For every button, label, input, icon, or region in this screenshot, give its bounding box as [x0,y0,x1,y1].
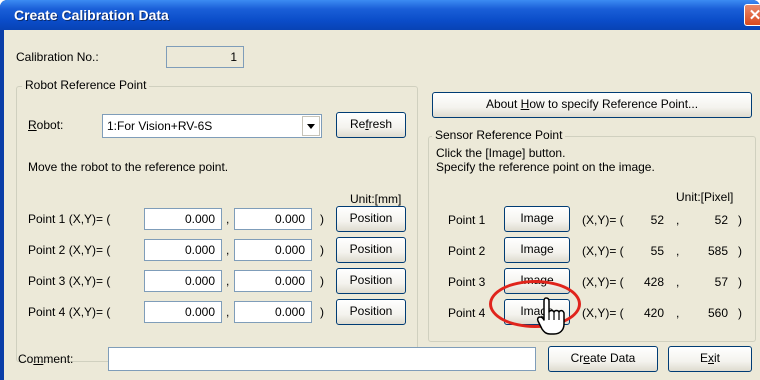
sensor-point-1-y: 52 [714,213,728,227]
sensor-point-2-x: 55 [650,244,664,258]
sensor-instruction-1: Click the [Image] button. [436,146,566,160]
robot-point-1-x[interactable]: 0.000 [144,208,222,230]
sensor-point-3-sep: , [676,275,680,289]
sensor-point-1-close: ) [738,213,742,227]
dialog-body: Calibration No.: 1 Robot Reference Point… [4,30,760,380]
refresh-button[interactable]: Refresh [336,112,406,138]
robot-point-2-label: Point 2 (X,Y)= ( [28,243,111,257]
about-label-a: About [485,97,521,111]
robot-point-2-position-button[interactable]: Position [336,237,406,263]
robot-point-2-close: ) [320,243,324,257]
create-data-button[interactable]: Create Data [548,346,658,372]
robot-group-title: Robot Reference Point [22,78,150,92]
sensor-point-2-image-button[interactable]: Image [504,237,570,263]
robot-point-4-comma: , [226,305,230,319]
sensor-point-2-sep: , [676,244,680,258]
robot-label-rest: obot: [36,118,64,132]
comment-label: Comment: [18,352,73,366]
robot-label: Robot: [28,118,63,132]
sensor-group-title: Sensor Reference Point [432,128,566,142]
robot-label-accel: R [28,118,37,132]
comment-label-accel: m [33,352,44,366]
exit-label-a: E [699,351,708,365]
sensor-unit-label: Unit:[Pixel] [676,190,734,204]
comment-label-a: Co [18,352,34,366]
chevron-down-icon[interactable] [302,116,320,136]
sensor-point-3-label: Point 3 [448,275,486,289]
robot-point-1-close: ) [320,212,324,226]
robot-select[interactable]: 1:For Vision+RV-6S [102,114,322,138]
create-label-accel: e [583,351,590,365]
robot-unit-label: Unit:[mm] [350,192,402,206]
sensor-point-4-y: 560 [707,306,728,320]
sensor-point-4-label: Point 4 [448,306,486,320]
robot-point-4-close: ) [320,305,324,319]
robot-point-2-x[interactable]: 0.000 [144,239,222,261]
robot-point-1-y[interactable]: 0.000 [234,208,312,230]
refresh-label-a: Re [349,117,366,131]
robot-point-4-position-button[interactable]: Position [336,299,406,325]
sensor-point-2-y: 585 [707,244,728,258]
comment-input[interactable] [108,347,536,371]
robot-point-4-y[interactable]: 0.000 [234,301,312,323]
sensor-point-4-close: ) [738,306,742,320]
comment-label-b: ment: [43,352,74,366]
robot-point-3-label: Point 3 (X,Y)= ( [28,274,111,288]
window-title: Create Calibration Data [14,7,169,23]
sensor-point-1-label: Point 1 [448,213,486,227]
calibration-no-label: Calibration No.: [16,50,99,64]
robot-point-4-x[interactable]: 0.000 [144,301,222,323]
create-label-b: ate Data [589,351,636,365]
sensor-point-3-x: 428 [643,275,664,289]
sensor-point-3-y: 57 [714,275,728,289]
sensor-point-3-xy-label: (X,Y)= ( [582,275,624,289]
exit-label-b: it [714,351,720,365]
sensor-point-1-image-button[interactable]: Image [504,206,570,232]
robot-point-1-label: Point 1 (X,Y)= ( [28,212,111,226]
hand-cursor-icon [536,297,565,335]
robot-point-1-position-button[interactable]: Position [336,206,406,232]
sensor-point-1-sep: , [676,213,680,227]
sensor-point-4-x: 420 [643,306,664,320]
robot-point-2-y[interactable]: 0.000 [234,239,312,261]
sensor-point-4-sep: , [676,306,680,320]
about-reference-point-button[interactable]: About How to specify Reference Point... [432,92,752,118]
robot-instruction: Move the robot to the reference point. [28,160,229,174]
robot-point-3-y[interactable]: 0.000 [234,270,312,292]
sensor-point-2-xy-label: (X,Y)= ( [582,244,624,258]
title-bar[interactable]: Create Calibration Data ✕ [0,0,760,30]
robot-point-3-position-button[interactable]: Position [336,268,406,294]
exit-button[interactable]: Exit [668,346,752,372]
dialog-window: Create Calibration Data ✕ Calibration No… [0,0,760,380]
refresh-label-b: resh [368,117,393,131]
robot-point-2-comma: , [226,243,230,257]
calibration-no-field: 1 [166,46,244,68]
sensor-point-1-x: 52 [650,213,664,227]
robot-point-3-comma: , [226,274,230,288]
close-icon[interactable]: ✕ [744,4,760,26]
about-label-accel: H [520,97,530,111]
sensor-point-2-close: ) [738,244,742,258]
sensor-point-1-xy-label: (X,Y)= ( [582,213,624,227]
robot-point-3-close: ) [320,274,324,288]
sensor-point-2-label: Point 2 [448,244,486,258]
robot-point-1-comma: , [226,212,230,226]
robot-point-3-x[interactable]: 0.000 [144,270,222,292]
robot-select-value: 1:For Vision+RV-6S [107,119,213,133]
sensor-instruction-2: Specify the reference point on the image… [436,160,655,174]
create-label-a: Cr [570,351,584,365]
robot-point-4-label: Point 4 (X,Y)= ( [28,305,111,319]
sensor-point-4-xy-label: (X,Y)= ( [582,306,624,320]
sensor-point-3-close: ) [738,275,742,289]
about-label-b: ow to specify Reference Point... [529,97,699,111]
